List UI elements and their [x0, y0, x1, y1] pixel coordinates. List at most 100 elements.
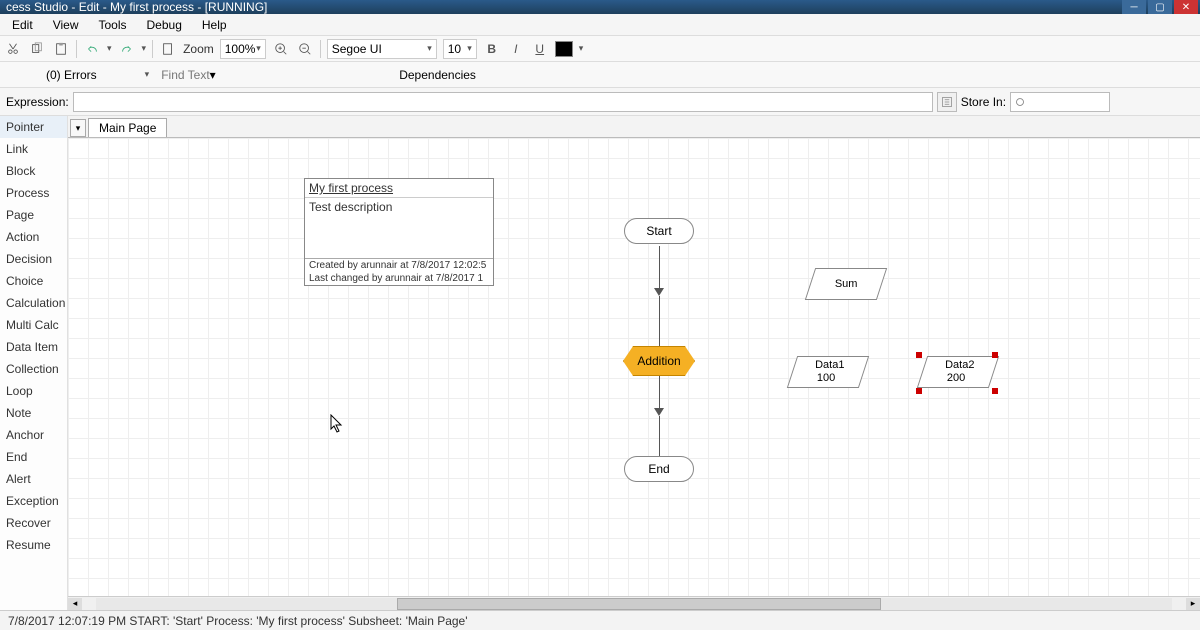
tool-block[interactable]: Block [0, 160, 67, 182]
tool-link[interactable]: Link [0, 138, 67, 160]
data-item-data1[interactable]: Data1100 [787, 356, 869, 388]
close-button[interactable]: ✕ [1174, 0, 1198, 14]
zoom-value: 100% [225, 42, 256, 56]
zoom-in-icon[interactable] [272, 40, 290, 58]
scroll-left-button[interactable]: ◂ [68, 598, 82, 610]
tool-page[interactable]: Page [0, 204, 67, 226]
process-created: Created by arunnair at 7/8/2017 12:02:5 [305, 258, 493, 272]
tool-palette: PointerLinkBlockProcessPageActionDecisio… [0, 116, 68, 610]
addition-label: Addition [637, 354, 680, 368]
new-page-icon[interactable] [159, 40, 177, 58]
tool-recover[interactable]: Recover [0, 512, 67, 534]
arrow-down-icon [654, 288, 664, 296]
copy-icon[interactable] [28, 40, 46, 58]
tool-pointer[interactable]: Pointer [0, 116, 67, 138]
start-stage[interactable]: Start [624, 218, 694, 244]
tool-end[interactable]: End [0, 446, 67, 468]
expression-label: Expression: [6, 95, 69, 109]
connector [659, 246, 660, 290]
selection-handle[interactable] [916, 388, 922, 394]
redo-dropdown-icon[interactable]: ▾ [142, 43, 147, 54]
menu-help[interactable]: Help [194, 16, 235, 34]
font-size-combo[interactable]: 10▾ [443, 39, 477, 59]
minimize-button[interactable]: ─ [1122, 0, 1146, 14]
tool-choice[interactable]: Choice [0, 270, 67, 292]
selection-handle[interactable] [992, 352, 998, 358]
redo-icon[interactable] [118, 40, 136, 58]
zoom-label: Zoom [183, 42, 214, 56]
tool-note[interactable]: Note [0, 402, 67, 424]
bold-button[interactable]: B [483, 40, 501, 58]
font-color-swatch[interactable] [555, 41, 573, 57]
end-stage[interactable]: End [624, 456, 694, 482]
canvas[interactable]: My first process Test description Create… [68, 138, 1200, 596]
horizontal-scrollbar[interactable]: ◂ ▸ [68, 596, 1200, 610]
expression-builder-button[interactable] [937, 92, 957, 112]
italic-button[interactable]: I [507, 40, 525, 58]
connector [659, 376, 660, 410]
errors-label[interactable]: (0) Errors [46, 68, 97, 82]
cut-icon[interactable] [4, 40, 22, 58]
zoom-out-icon[interactable] [296, 40, 314, 58]
chevron-down-icon: ▾ [210, 68, 216, 82]
data1-name: Data1 [815, 359, 844, 372]
expression-input[interactable] [73, 92, 933, 112]
tool-calculation[interactable]: Calculation [0, 292, 67, 314]
find-text-combo[interactable]: Find Text▾ [161, 68, 381, 82]
tool-data-item[interactable]: Data Item [0, 336, 67, 358]
menu-edit[interactable]: Edit [4, 16, 41, 34]
undo-dropdown-icon[interactable]: ▾ [107, 43, 112, 54]
data2-name: Data2 [945, 359, 974, 372]
font-size: 10 [448, 42, 461, 56]
underline-button[interactable]: U [531, 40, 549, 58]
tool-loop[interactable]: Loop [0, 380, 67, 402]
data2-value: 200 [947, 372, 965, 385]
dependencies-label[interactable]: Dependencies [399, 68, 476, 82]
title-bar: cess Studio - Edit - My first process - … [0, 0, 1200, 14]
page-tabs: ▾ Main Page [68, 116, 1200, 138]
selection-handle[interactable] [916, 352, 922, 358]
snap-dropdown-icon[interactable]: ▾ [145, 69, 150, 80]
store-in-label: Store In: [961, 95, 1006, 109]
data-item-sum[interactable]: Sum [805, 268, 887, 300]
store-in-input[interactable] [1010, 92, 1110, 112]
tool-resume[interactable]: Resume [0, 534, 67, 556]
window-title: cess Studio - Edit - My first process - … [6, 0, 267, 14]
data-item-data2[interactable]: Data2200 [917, 356, 999, 388]
tool-exception[interactable]: Exception [0, 490, 67, 512]
menu-view[interactable]: View [45, 16, 87, 34]
selection-handle[interactable] [992, 388, 998, 394]
zoom-combo[interactable]: 100%▾ [220, 39, 266, 59]
process-title: My first process [305, 179, 493, 198]
cursor-icon [330, 414, 344, 434]
chevron-down-icon: ▾ [427, 43, 432, 54]
tool-process[interactable]: Process [0, 182, 67, 204]
undo-icon[interactable] [83, 40, 101, 58]
color-dropdown-icon[interactable]: ▾ [579, 43, 584, 54]
expression-bar: Expression: Store In: [0, 88, 1200, 116]
end-label: End [648, 462, 669, 476]
tool-collection[interactable]: Collection [0, 358, 67, 380]
sum-label: Sum [835, 278, 858, 291]
toolbar-main: ▾ ▾ Zoom 100%▾ Segoe UI▾ 10▾ B I U ▾ [0, 36, 1200, 62]
arrow-down-icon [654, 408, 664, 416]
calculation-stage[interactable]: Addition [623, 346, 695, 376]
font-combo[interactable]: Segoe UI ▾ [327, 39, 437, 59]
tool-multi-calc[interactable]: Multi Calc [0, 314, 67, 336]
tool-alert[interactable]: Alert [0, 468, 67, 490]
tab-dropdown[interactable]: ▾ [70, 119, 86, 137]
status-bar: 7/8/2017 12:07:19 PM START: 'Start' Proc… [0, 610, 1200, 630]
font-name: Segoe UI [332, 42, 382, 56]
process-info-box[interactable]: My first process Test description Create… [304, 178, 494, 286]
menu-tools[interactable]: Tools [90, 16, 134, 34]
paste-icon[interactable] [52, 40, 70, 58]
menu-debug[interactable]: Debug [139, 16, 190, 34]
tool-decision[interactable]: Decision [0, 248, 67, 270]
chevron-down-icon: ▾ [256, 43, 261, 54]
tool-action[interactable]: Action [0, 226, 67, 248]
tab-main-page[interactable]: Main Page [88, 118, 167, 137]
tool-anchor[interactable]: Anchor [0, 424, 67, 446]
scroll-right-button[interactable]: ▸ [1186, 598, 1200, 610]
maximize-button[interactable]: ▢ [1148, 0, 1172, 14]
status-text: 7/8/2017 12:07:19 PM START: 'Start' Proc… [8, 614, 468, 628]
